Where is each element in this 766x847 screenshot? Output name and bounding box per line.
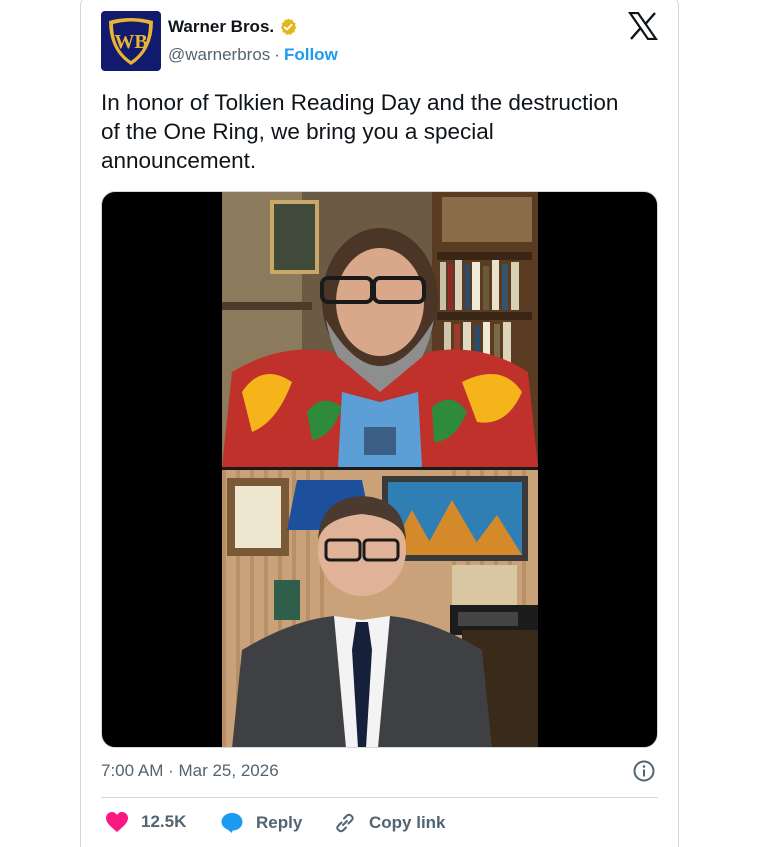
tweet-text: In honor of Tolkien Reading Day and the … [101, 90, 619, 173]
like-count: 12.5K [141, 812, 187, 831]
svg-text:WB: WB [114, 31, 147, 53]
reply-bubble-icon [221, 813, 243, 833]
handle[interactable]: @warnerbros [168, 45, 270, 65]
video-frame-bottom [222, 470, 538, 747]
heart-icon [106, 812, 128, 832]
actions-divider [101, 797, 658, 798]
wb-shield-logo: WB [109, 18, 153, 65]
video-frame-top [222, 192, 538, 467]
reply-button[interactable]: Reply [220, 811, 302, 835]
avatar[interactable]: WB [101, 11, 161, 71]
verified-badge-icon [281, 18, 297, 35]
reply-label: Reply [256, 813, 303, 832]
copy-link-button[interactable]: Copy link [333, 811, 446, 835]
copy-link-label: Copy link [369, 813, 446, 832]
separator: · [274, 45, 280, 64]
x-logo-icon[interactable] [628, 12, 658, 40]
follow-button[interactable]: Follow [284, 45, 338, 65]
video-panel-bottom [222, 470, 538, 747]
link-icon [336, 813, 354, 833]
like-button[interactable]: 12.5K [105, 811, 186, 833]
video-panel-top [222, 192, 538, 467]
info-icon[interactable] [632, 759, 656, 783]
tweet-timestamp[interactable]: 7:00 AM · Mar 25, 2026 [101, 761, 279, 781]
display-name[interactable]: Warner Bros. [168, 17, 274, 37]
handle-row: @warnerbros · Follow [168, 45, 338, 65]
account-name-row: Warner Bros. [168, 17, 298, 37]
video-player[interactable] [101, 191, 658, 748]
